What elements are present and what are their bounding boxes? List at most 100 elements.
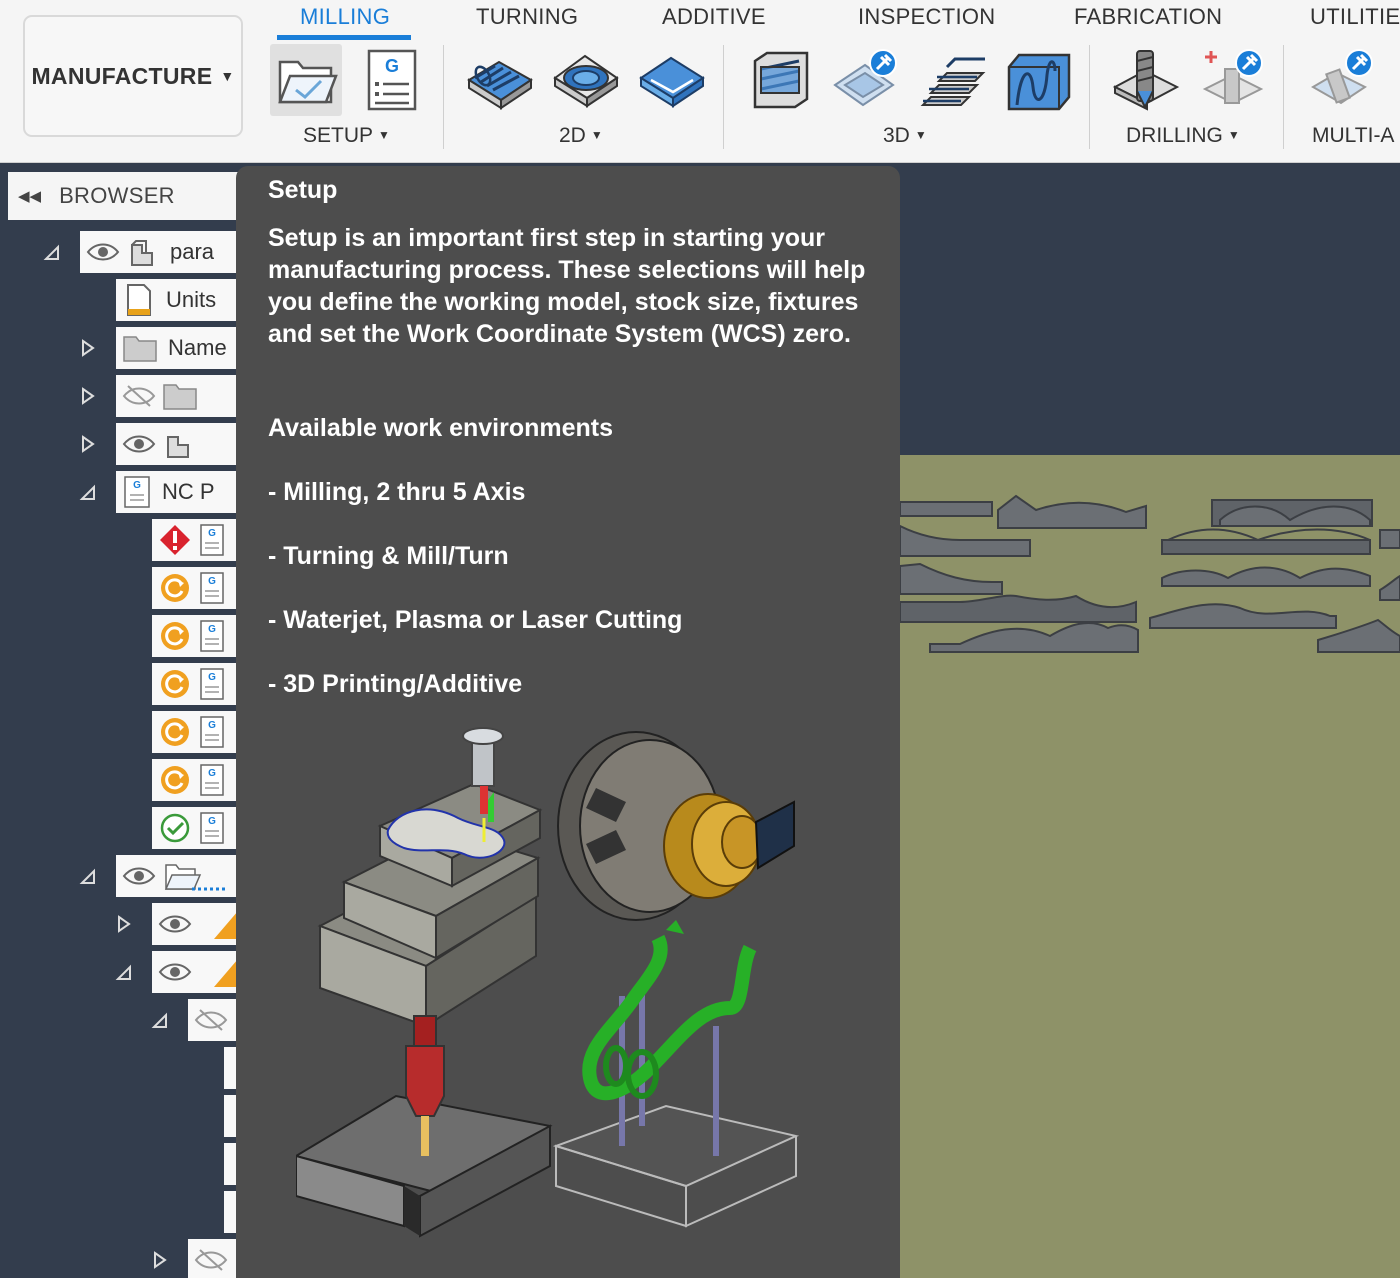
eye-hidden-icon[interactable] (194, 1248, 228, 1272)
tree-node-operation-pending[interactable]: G (152, 615, 240, 657)
tree-node-operation-pending[interactable]: G (152, 711, 240, 753)
tree-node-operation-done[interactable]: G (152, 807, 240, 849)
3d-adaptive-tool[interactable] (744, 44, 816, 116)
svg-text:G: G (133, 480, 141, 491)
expand-triangle-icon[interactable] (78, 386, 98, 406)
tree-node-named-views[interactable]: Name (116, 327, 240, 369)
regenerate-icon (161, 670, 189, 698)
drilling-group-dropdown[interactable]: DRILLING ▼ (1126, 124, 1240, 148)
collapse-triangle-icon[interactable] (42, 243, 62, 263)
expand-triangle-icon[interactable] (114, 914, 134, 934)
cutting-illustration (296, 1015, 553, 1238)
tree-node-operation-pending[interactable]: G (152, 567, 240, 609)
tree-node-setups[interactable] (116, 855, 240, 897)
nc-file-icon: G (200, 716, 224, 748)
hole-recognition-tool[interactable] (1196, 44, 1268, 116)
eye-icon[interactable] (158, 960, 192, 984)
collapse-triangle-icon[interactable] (78, 483, 98, 503)
tab-fabrication[interactable]: FABRICATION (1074, 4, 1222, 30)
drill-tool[interactable] (1110, 44, 1182, 116)
setup-tooltip: Setup Setup is an important first step i… (236, 166, 900, 1278)
group-divider (443, 45, 444, 149)
check-circle-icon (160, 813, 190, 843)
multi-axis-group-dropdown[interactable]: MULTI-A (1312, 124, 1394, 148)
3d-wave-icon (1007, 53, 1071, 111)
collapse-triangle-icon[interactable] (114, 963, 134, 983)
tree-node-hidden-folder[interactable] (188, 999, 240, 1041)
group-divider (1089, 45, 1090, 149)
3d-adaptive-icon (753, 51, 809, 109)
active-tab-indicator (277, 35, 411, 40)
eye-hidden-icon[interactable] (194, 1008, 228, 1032)
work-environments-illustration (296, 727, 800, 1238)
drill-icon (1112, 50, 1180, 111)
eye-hidden-icon[interactable] (122, 384, 156, 408)
document-name: para (170, 239, 215, 264)
tooltip-environment-item: - Milling, 2 thru 5 Axis (268, 478, 526, 506)
chevron-down-icon: ▼ (220, 68, 235, 84)
group-divider (1283, 45, 1284, 149)
regenerate-icon (161, 574, 189, 602)
expand-triangle-icon[interactable] (150, 1250, 170, 1270)
tree-node-document[interactable]: para (80, 231, 240, 273)
eye-icon[interactable] (86, 240, 120, 264)
3d-group-dropdown[interactable]: 3D ▼ (883, 124, 927, 148)
new-setup-tool[interactable] (270, 44, 342, 116)
setup-folder-icon (164, 864, 226, 891)
group-divider (723, 45, 724, 149)
tab-utilities[interactable]: UTILITIES (1310, 4, 1400, 30)
tree-node-setup[interactable] (152, 951, 240, 993)
tree-node-operation-pending[interactable]: G (152, 663, 240, 705)
svg-text:G: G (208, 624, 216, 635)
tree-node-setup[interactable] (152, 903, 240, 945)
milling-illustration (317, 727, 543, 1028)
expand-triangle-icon[interactable] (78, 338, 98, 358)
tab-inspection[interactable]: INSPECTION (858, 4, 995, 30)
component-icon (131, 240, 153, 266)
nc-file-icon: G (200, 764, 224, 796)
tab-turning[interactable]: TURNING (476, 4, 578, 30)
collapse-browser-icon[interactable]: ◀◀ (18, 187, 41, 205)
turning-illustration (557, 731, 795, 921)
tree-node-hidden-folder[interactable] (188, 1239, 240, 1278)
2d-pocket-tool[interactable] (550, 44, 622, 116)
tab-additive[interactable]: ADDITIVE (662, 4, 766, 30)
tooltip-description: Setup is an important first step in star… (268, 224, 866, 348)
tree-node-operation-error[interactable]: G (152, 519, 240, 561)
tree-node-operation-pending[interactable]: G (152, 759, 240, 801)
eye-icon[interactable] (122, 432, 156, 456)
workspace-dropdown[interactable]: MANUFACTURE ▼ (23, 15, 243, 137)
collapse-triangle-icon[interactable] (150, 1011, 170, 1031)
nc-program-tool[interactable]: G (356, 44, 428, 116)
collapse-triangle-icon[interactable] (78, 867, 98, 887)
eye-icon[interactable] (122, 864, 156, 888)
document-units-icon (127, 284, 151, 316)
tree-node-origin[interactable] (116, 375, 240, 417)
2d-adaptive-tool[interactable] (464, 44, 536, 116)
component-icon (167, 436, 189, 458)
nc-file-icon: G (200, 668, 224, 700)
tooltip-environments-heading: Available work environments (268, 414, 614, 442)
face-tool[interactable] (636, 44, 708, 116)
nested-parts[interactable] (900, 490, 1400, 670)
setup-group-dropdown[interactable]: SETUP ▼ (303, 124, 390, 148)
tab-milling[interactable]: MILLING (300, 4, 390, 30)
setup-group-label: SETUP (303, 124, 374, 147)
nc-program-label: NC P (162, 479, 215, 504)
eye-icon[interactable] (158, 912, 192, 936)
2d-group-dropdown[interactable]: 2D ▼ (559, 124, 603, 148)
3d-scallop-tool[interactable] (1002, 44, 1074, 116)
workspace-label: MANUFACTURE (31, 62, 213, 89)
nc-file-icon: G (200, 572, 224, 604)
browser-header[interactable]: ◀◀ BROWSER (8, 172, 248, 220)
multi-axis-tool[interactable] (1306, 44, 1378, 116)
tree-node-body[interactable] (116, 423, 240, 465)
3d-contour-tool[interactable] (916, 44, 988, 116)
3d-plugin-icon (833, 49, 897, 107)
3d-pocket-tool[interactable] (830, 44, 902, 116)
tree-node-units[interactable]: Units (116, 279, 240, 321)
svg-text:G: G (208, 816, 216, 827)
tree-node-nc-program[interactable]: G NC P (116, 471, 240, 513)
expand-triangle-icon[interactable] (78, 434, 98, 454)
add-drill-plugin-icon (1202, 49, 1264, 105)
